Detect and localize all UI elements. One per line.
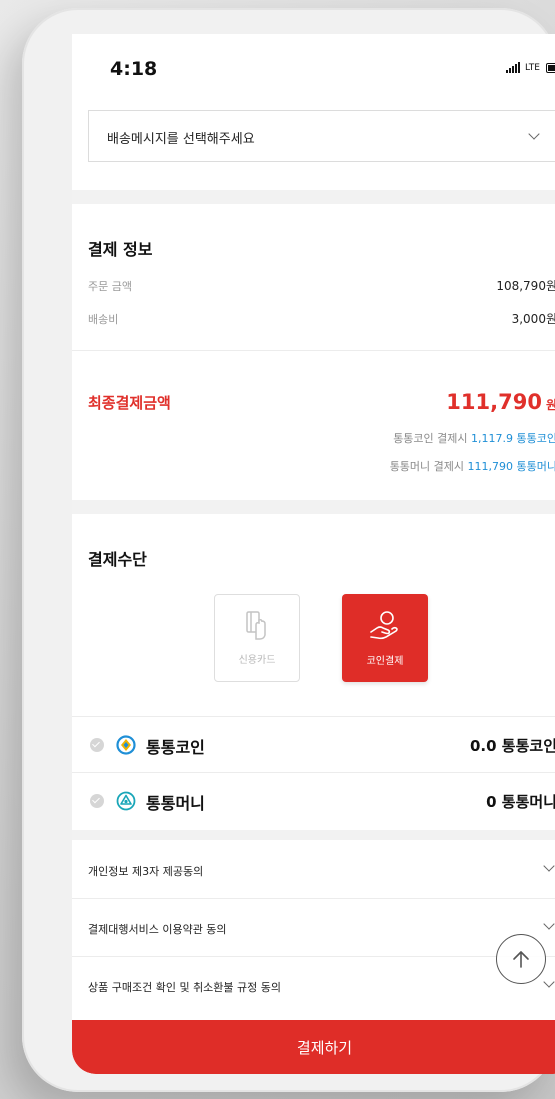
final-amount-label: 최종결제금액 [88, 394, 171, 412]
tongtong-money-name: 통통머니 [146, 794, 205, 813]
payment-info-title: 결제 정보 [88, 240, 153, 259]
credit-card-icon [246, 610, 266, 640]
section-divider [72, 830, 555, 840]
coin-hand-icon [370, 610, 398, 639]
scroll-to-top-button[interactable] [496, 934, 546, 984]
money-conversion-prefix: 통통머니 결제시 [389, 460, 468, 473]
shipping-fee-value: 3,000원 [511, 312, 555, 326]
signal-icon [506, 62, 521, 73]
agreement-refund-label: 상품 구매조건 확인 및 취소환불 규정 동의 [88, 981, 282, 994]
divider [72, 898, 555, 899]
arrow-up-icon [513, 951, 529, 968]
order-amount-label: 주문 금액 [88, 280, 132, 293]
tongtong-coin-radio[interactable] [90, 738, 104, 752]
battery-icon [546, 62, 555, 73]
chevron-down-icon [543, 976, 555, 988]
shipping-fee-label: 배송비 [88, 313, 119, 326]
phone-frame: 4:18 LTE 배송메시지를 선택해주세요 결제 정보 주문 금액 108,7… [22, 8, 555, 1092]
section-divider [72, 190, 555, 204]
payment-method-title: 결제수단 [88, 550, 147, 569]
agreement-privacy-row[interactable]: 개인정보 제3자 제공동의 [72, 842, 555, 898]
agreement-privacy-label: 개인정보 제3자 제공동의 [88, 865, 204, 878]
network-label: LTE [525, 62, 540, 73]
chevron-down-icon [528, 128, 540, 140]
divider [72, 956, 555, 957]
chevron-down-icon [543, 918, 555, 930]
final-amount: 111,790 원 [446, 390, 555, 414]
money-conversion: 통통머니 결제시 111,790 통통머니 [390, 458, 555, 474]
agreement-payment-service-row[interactable]: 결제대행서비스 이용약관 동의 [72, 900, 555, 956]
credit-card-button[interactable]: 신용카드 [214, 594, 300, 682]
tongtong-money-radio[interactable] [90, 794, 104, 808]
tongtong-money-balance: 0 통통머니 [486, 793, 555, 811]
delivery-message-placeholder: 배송메시지를 선택해주세요 [107, 132, 255, 147]
tongtong-money-row[interactable]: 통통머니 0 통통머니 [72, 774, 555, 828]
divider [72, 772, 555, 773]
money-conversion-amount: 111,790 통통머니 [467, 460, 555, 473]
coin-conversion: 통통코인 결제시 1,117.9 통통코인 [393, 430, 555, 446]
status-bar: 4:18 LTE [72, 34, 555, 104]
section-divider [72, 500, 555, 514]
tongtong-coin-balance: 0.0 통통코인 [470, 737, 555, 755]
divider [72, 716, 555, 717]
coin-conversion-amount: 1,117.9 통통코인 [471, 432, 555, 445]
coin-payment-button[interactable]: 코인결제 [342, 594, 428, 682]
tongtong-coin-icon [116, 735, 136, 759]
agreement-payment-service-label: 결제대행서비스 이용약관 동의 [88, 923, 227, 936]
agreement-refund-row[interactable]: 상품 구매조건 확인 및 취소환불 규정 동의 [72, 958, 555, 1014]
coin-payment-label: 코인결제 [366, 655, 404, 667]
tongtong-coin-name: 통통코인 [146, 738, 205, 757]
final-amount-number: 111,790 [446, 390, 542, 414]
credit-card-label: 신용카드 [238, 654, 276, 666]
final-amount-unit: 원 [545, 398, 555, 412]
order-amount-value: 108,790원 [496, 279, 555, 293]
app-screen: 4:18 LTE 배송메시지를 선택해주세요 결제 정보 주문 금액 108,7… [72, 34, 555, 1074]
coin-conversion-prefix: 통통코인 결제시 [393, 432, 472, 445]
chevron-down-icon [543, 860, 555, 872]
checkout-button[interactable]: 결제하기 [72, 1020, 555, 1074]
status-indicators: LTE [506, 62, 555, 73]
delivery-message-select[interactable]: 배송메시지를 선택해주세요 [88, 110, 555, 162]
tongtong-money-icon [116, 791, 136, 815]
tongtong-coin-row[interactable]: 통통코인 0.0 통통코인 [72, 718, 555, 772]
status-time: 4:18 [110, 58, 158, 80]
divider [72, 350, 555, 351]
